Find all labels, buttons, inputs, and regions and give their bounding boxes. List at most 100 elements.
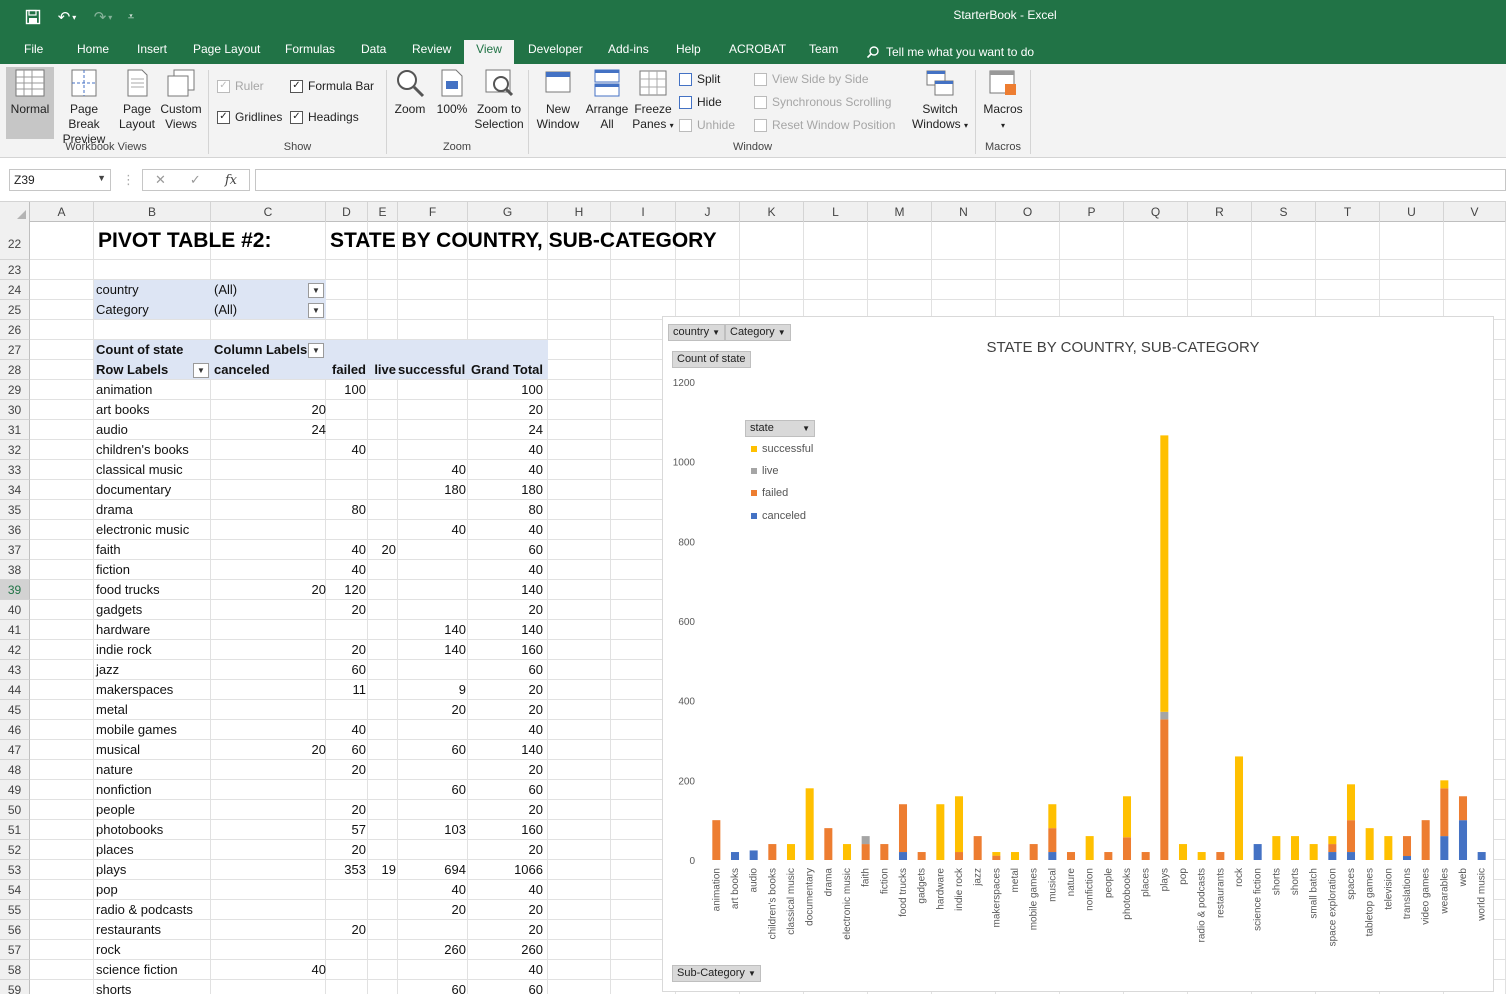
zoom-to-selection-button[interactable]: Zoom to Selection <box>473 67 525 139</box>
tab-page-layout[interactable]: Page Layout <box>185 40 268 64</box>
select-all-button[interactable] <box>0 202 30 222</box>
row-header-25[interactable]: 25 <box>0 300 30 320</box>
row-header-26[interactable]: 26 <box>0 320 30 340</box>
row-header-42[interactable]: 42 <box>0 640 30 660</box>
synchronous-scrolling-button[interactable]: Synchronous Scrolling <box>754 95 891 109</box>
column-header-i[interactable]: I <box>611 202 676 222</box>
column-header-v[interactable]: V <box>1444 202 1506 222</box>
column-labels-dropdown[interactable]: ▼ <box>308 343 324 358</box>
new-window-button[interactable]: New Window <box>533 67 583 139</box>
row-labels-dropdown[interactable]: ▼ <box>193 363 209 378</box>
column-header-q[interactable]: Q <box>1124 202 1188 222</box>
row-header-31[interactable]: 31 <box>0 420 30 440</box>
sub-category-button[interactable]: Sub-Category ▼ <box>672 965 761 982</box>
tab-home[interactable]: Home <box>69 40 117 64</box>
column-header-e[interactable]: E <box>368 202 398 222</box>
zoom-100-button[interactable]: 100% <box>433 67 471 139</box>
row-header-39[interactable]: 39 <box>0 580 30 600</box>
switch-windows-button[interactable]: Switch Windows ▾ <box>908 67 972 139</box>
column-header-a[interactable]: A <box>30 202 94 222</box>
tab-help[interactable]: Help <box>668 40 709 64</box>
column-header-t[interactable]: T <box>1316 202 1380 222</box>
row-header-55[interactable]: 55 <box>0 900 30 920</box>
reset-window-position-button[interactable]: Reset Window Position <box>754 118 895 132</box>
column-header-h[interactable]: H <box>548 202 611 222</box>
column-header-j[interactable]: J <box>676 202 740 222</box>
page-break-preview-button[interactable]: Page Break Preview <box>55 67 113 146</box>
formula-bar-checkbox[interactable]: ✓ Formula Bar <box>290 79 374 93</box>
row-header-34[interactable]: 34 <box>0 480 30 500</box>
row-header-53[interactable]: 53 <box>0 860 30 880</box>
row-header-47[interactable]: 47 <box>0 740 30 760</box>
undo-icon[interactable]: ↶ ▾ <box>52 6 82 28</box>
row-header-50[interactable]: 50 <box>0 800 30 820</box>
tab-review[interactable]: Review <box>404 40 459 64</box>
save-icon[interactable] <box>22 6 44 28</box>
row-header-54[interactable]: 54 <box>0 880 30 900</box>
row-header-46[interactable]: 46 <box>0 720 30 740</box>
column-header-s[interactable]: S <box>1252 202 1316 222</box>
column-header-f[interactable]: F <box>398 202 468 222</box>
tab-file[interactable]: File <box>16 40 51 64</box>
tab-data[interactable]: Data <box>353 40 394 64</box>
freeze-panes-button[interactable]: Freeze Panes ▾ <box>631 67 675 139</box>
formula-input[interactable] <box>255 169 1506 191</box>
pivot-filter-dropdown[interactable]: ▼ <box>308 303 324 318</box>
zoom-button[interactable]: Zoom <box>390 67 430 139</box>
row-header-59[interactable]: 59 <box>0 980 30 994</box>
row-header-22[interactable]: 22 <box>0 222 30 260</box>
page-layout-view-button[interactable]: Page Layout <box>116 67 158 139</box>
tab-add-ins[interactable]: Add-ins <box>600 40 657 64</box>
row-header-36[interactable]: 36 <box>0 520 30 540</box>
row-header-28[interactable]: 28 <box>0 360 30 380</box>
pivot-filter-dropdown[interactable]: ▼ <box>308 283 324 298</box>
tab-team[interactable]: Team <box>801 40 846 64</box>
row-header-48[interactable]: 48 <box>0 760 30 780</box>
row-header-49[interactable]: 49 <box>0 780 30 800</box>
headings-checkbox[interactable]: ✓ Headings <box>290 110 359 124</box>
tab-view[interactable]: View <box>464 40 514 64</box>
row-header-35[interactable]: 35 <box>0 500 30 520</box>
row-header-40[interactable]: 40 <box>0 600 30 620</box>
insert-function-icon[interactable]: fx <box>225 173 237 188</box>
pivot-filter-value[interactable]: (All) <box>214 300 304 320</box>
redo-icon[interactable]: ↷ ▾ <box>88 6 118 28</box>
tab-acrobat[interactable]: ACROBAT <box>721 40 794 64</box>
row-header-32[interactable]: 32 <box>0 440 30 460</box>
column-header-c[interactable]: C <box>211 202 326 222</box>
column-header-u[interactable]: U <box>1380 202 1444 222</box>
column-header-r[interactable]: R <box>1188 202 1252 222</box>
row-header-37[interactable]: 37 <box>0 540 30 560</box>
row-header-24[interactable]: 24 <box>0 280 30 300</box>
row-header-41[interactable]: 41 <box>0 620 30 640</box>
row-header-58[interactable]: 58 <box>0 960 30 980</box>
confirm-entry-icon[interactable]: ✓ <box>190 172 201 188</box>
column-header-o[interactable]: O <box>996 202 1060 222</box>
pivot-filter-value[interactable]: (All) <box>214 280 304 300</box>
column-header-d[interactable]: D <box>326 202 368 222</box>
column-header-b[interactable]: B <box>94 202 211 222</box>
row-header-45[interactable]: 45 <box>0 700 30 720</box>
row-header-30[interactable]: 30 <box>0 400 30 420</box>
column-header-p[interactable]: P <box>1060 202 1124 222</box>
custom-views-button[interactable]: Custom Views <box>158 67 204 139</box>
tab-formulas[interactable]: Formulas <box>277 40 343 64</box>
arrange-all-button[interactable]: Arrange All <box>584 67 630 139</box>
row-header-56[interactable]: 56 <box>0 920 30 940</box>
unhide-button[interactable]: Unhide <box>679 118 735 132</box>
name-box[interactable]: Z39 ▼ <box>9 169 111 191</box>
row-header-43[interactable]: 43 <box>0 660 30 680</box>
hide-button[interactable]: Hide <box>679 95 722 109</box>
normal-view-button[interactable]: Normal <box>6 67 54 139</box>
view-side-by-side-button[interactable]: View Side by Side <box>754 72 869 86</box>
row-header-29[interactable]: 29 <box>0 380 30 400</box>
gridlines-checkbox[interactable]: ✓ Gridlines <box>217 110 282 124</box>
ruler-checkbox[interactable]: ✓ Ruler <box>217 79 264 93</box>
row-header-57[interactable]: 57 <box>0 940 30 960</box>
column-header-m[interactable]: M <box>868 202 932 222</box>
tab-insert[interactable]: Insert <box>129 40 175 64</box>
row-header-23[interactable]: 23 <box>0 260 30 280</box>
row-header-33[interactable]: 33 <box>0 460 30 480</box>
macros-button[interactable]: Macros ▾ <box>980 67 1026 139</box>
row-header-51[interactable]: 51 <box>0 820 30 840</box>
